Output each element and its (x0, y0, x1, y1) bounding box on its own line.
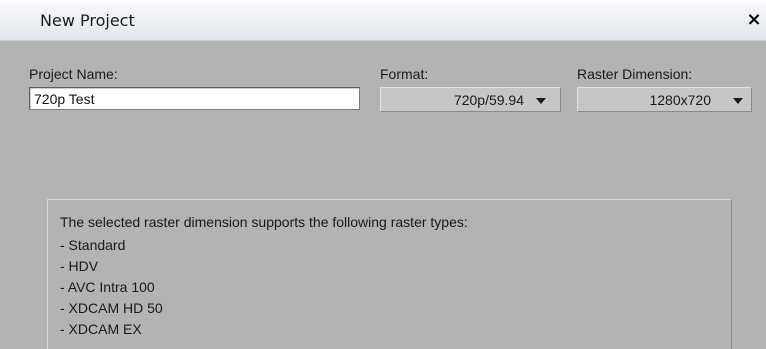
project-name-label: Project Name: (29, 66, 118, 82)
format-dropdown[interactable]: 720p/59.94 (380, 87, 561, 112)
raster-info-heading: The selected raster dimension supports t… (60, 214, 468, 230)
raster-dimension-selected-value: 1280x720 (649, 92, 711, 108)
dialog-title: New Project (40, 11, 135, 30)
chevron-down-icon (536, 98, 546, 104)
raster-dimension-dropdown[interactable]: 1280x720 (577, 87, 752, 112)
format-selected-value: 720p/59.94 (453, 92, 524, 108)
raster-type-item: - XDCAM EX (60, 321, 142, 337)
format-label: Format: (380, 66, 429, 82)
chevron-down-icon (733, 98, 743, 104)
new-project-dialog: New Project × Project Name: Format: 720p… (0, 0, 766, 349)
title-bar: New Project × (0, 0, 766, 41)
raster-type-item: - AVC Intra 100 (60, 279, 155, 295)
raster-type-item: - XDCAM HD 50 (60, 300, 163, 316)
close-icon[interactable]: × (744, 10, 764, 30)
raster-info-panel: The selected raster dimension supports t… (47, 199, 732, 349)
project-name-input[interactable] (29, 87, 360, 110)
raster-type-item: - Standard (60, 237, 126, 253)
raster-type-list: - Standard - HDV - AVC Intra 100 - XDCAM… (60, 235, 163, 340)
raster-dimension-label: Raster Dimension: (577, 66, 693, 82)
raster-type-item: - HDV (60, 258, 99, 274)
